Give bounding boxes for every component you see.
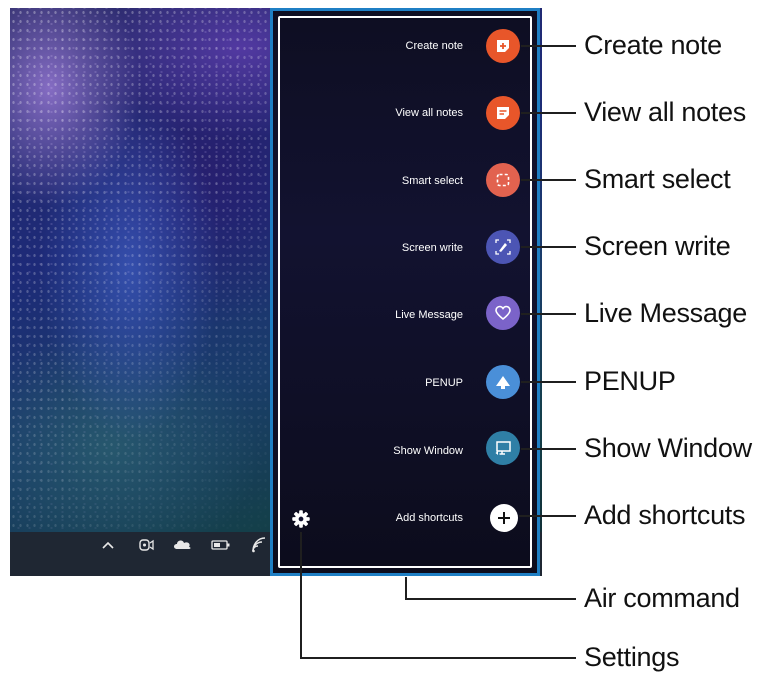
callout-line-air-command-vertical bbox=[405, 577, 407, 599]
menu-label-screen-write[interactable]: Screen write bbox=[313, 241, 463, 255]
penup-button[interactable] bbox=[486, 365, 520, 399]
create-note-icon bbox=[497, 40, 509, 52]
wifi-icon[interactable] bbox=[249, 535, 269, 555]
menu-label-smart-select[interactable]: Smart select bbox=[313, 174, 463, 188]
callout-line-view-all-notes bbox=[521, 112, 576, 114]
gear-icon[interactable] bbox=[290, 508, 312, 530]
view-all-notes-button[interactable] bbox=[486, 96, 520, 130]
create-note-button[interactable] bbox=[486, 29, 520, 63]
plus-icon bbox=[498, 512, 510, 524]
callout-smart-select: Smart select bbox=[584, 164, 731, 194]
callout-line-settings-vertical bbox=[300, 532, 302, 658]
view-notes-icon bbox=[497, 107, 509, 119]
menu-label-show-window[interactable]: Show Window bbox=[313, 444, 463, 458]
callout-view-all-notes: View all notes bbox=[584, 97, 746, 127]
camera-icon[interactable] bbox=[138, 535, 156, 555]
screen-write-button[interactable] bbox=[486, 230, 520, 264]
callout-air-command: Air command bbox=[584, 583, 740, 613]
menu-label-penup[interactable]: PENUP bbox=[313, 376, 463, 390]
menu-label-live-message[interactable]: Live Message bbox=[313, 308, 463, 322]
callout-line-create-note bbox=[521, 45, 576, 47]
callout-line-screen-write bbox=[521, 246, 576, 248]
callout-line-add-shortcuts bbox=[519, 515, 576, 517]
callout-live-message: Live Message bbox=[584, 298, 747, 328]
callout-penup: PENUP bbox=[584, 366, 676, 396]
menu-label-create-note[interactable]: Create note bbox=[313, 39, 463, 53]
show-window-button[interactable] bbox=[486, 431, 520, 465]
callout-settings: Settings bbox=[584, 642, 680, 672]
add-shortcuts-button[interactable] bbox=[490, 504, 518, 532]
callout-create-note: Create note bbox=[584, 30, 722, 60]
callout-line-air-command bbox=[405, 598, 576, 600]
callout-line-smart-select bbox=[521, 179, 576, 181]
menu-label-view-all-notes[interactable]: View all notes bbox=[313, 106, 463, 120]
live-message-icon bbox=[495, 305, 511, 321]
smart-select-button[interactable] bbox=[486, 163, 520, 197]
show-window-icon bbox=[495, 441, 511, 455]
chevron-up-icon[interactable] bbox=[100, 535, 116, 555]
penup-icon bbox=[496, 376, 510, 389]
callout-line-show-window bbox=[521, 448, 576, 450]
callout-add-shortcuts: Add shortcuts bbox=[584, 500, 746, 530]
callout-line-penup bbox=[521, 381, 576, 383]
live-message-button[interactable] bbox=[486, 296, 520, 330]
cloud-icon[interactable] bbox=[172, 535, 194, 555]
callout-show-window: Show Window bbox=[584, 433, 752, 463]
smart-select-icon bbox=[496, 173, 510, 187]
screen-write-icon bbox=[495, 239, 511, 255]
menu-label-add-shortcuts[interactable]: Add shortcuts bbox=[313, 511, 463, 525]
callout-screen-write: Screen write bbox=[584, 231, 731, 261]
battery-icon[interactable] bbox=[210, 535, 232, 555]
callout-line-settings bbox=[300, 657, 576, 659]
callout-line-live-message bbox=[521, 313, 576, 315]
